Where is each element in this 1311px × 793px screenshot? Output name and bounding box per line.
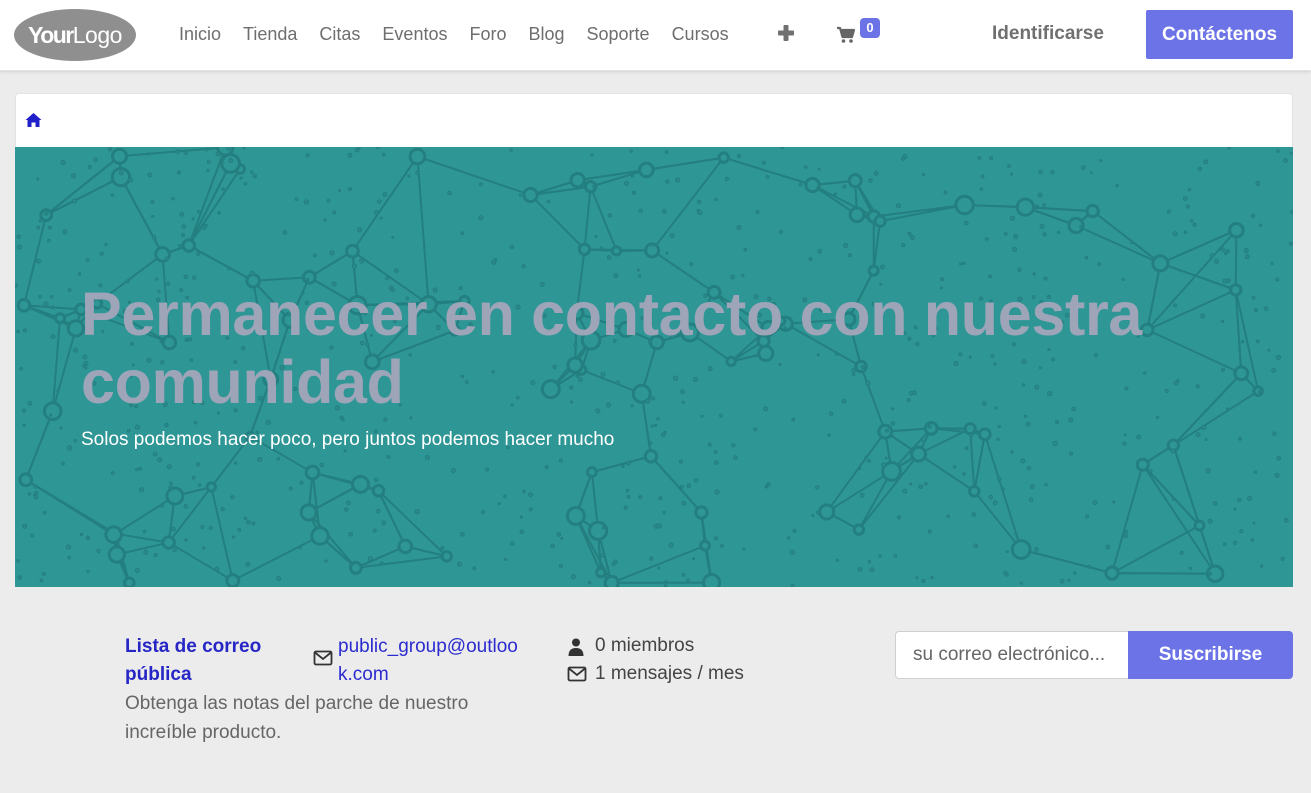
- user-icon: [568, 638, 584, 656]
- nav-item-inicio[interactable]: Inicio: [168, 20, 232, 48]
- hero-subtitle: Solos podemos hacer poco, pero juntos po…: [81, 429, 615, 450]
- subscribe-email-input[interactable]: [895, 631, 1129, 679]
- mailing-list-title: Lista de correo pública: [125, 636, 262, 685]
- login-link[interactable]: Identificarse: [992, 22, 1104, 46]
- home-icon[interactable]: [25, 112, 42, 128]
- mailing-list-description: Obtenga las notas del parche de nuestro …: [125, 693, 469, 743]
- plus-icon[interactable]: [777, 22, 795, 44]
- subscribe-button[interactable]: Suscribirse: [1128, 631, 1293, 679]
- nav-item-tienda[interactable]: Tienda: [232, 20, 308, 48]
- contact-button[interactable]: Contáctenos: [1146, 10, 1293, 59]
- messages-per-month: 1 mensajes / mes: [567, 660, 744, 688]
- hero-title: Permanecer en contacto con nuestra comun…: [81, 280, 1143, 416]
- top-navbar: Your Logo Inicio Tienda Citas Eventos For…: [0, 0, 1311, 71]
- main-menu: Inicio Tienda Citas Eventos Foro Blog So…: [168, 20, 740, 48]
- site-logo[interactable]: Your Logo: [14, 9, 136, 61]
- nav-item-eventos[interactable]: Eventos: [371, 20, 458, 48]
- shopping-cart-icon[interactable]: [836, 25, 856, 45]
- envelope-icon: [567, 666, 587, 682]
- mailing-list-email-link[interactable]: public_group@outlook.com: [338, 633, 528, 689]
- envelope-icon: [313, 650, 333, 666]
- nav-item-soporte[interactable]: Soporte: [576, 20, 661, 48]
- members-count: 0 miembros: [567, 632, 694, 660]
- nav-item-cursos[interactable]: Cursos: [661, 20, 740, 48]
- nav-item-citas[interactable]: Citas: [308, 20, 371, 48]
- nav-item-blog[interactable]: Blog: [517, 20, 575, 48]
- breadcrumb: [15, 93, 1293, 147]
- cart-count-badge: 0: [860, 18, 880, 38]
- hero-banner: Permanecer en contacto con nuestra comun…: [15, 147, 1293, 587]
- nav-item-foro[interactable]: Foro: [458, 20, 517, 48]
